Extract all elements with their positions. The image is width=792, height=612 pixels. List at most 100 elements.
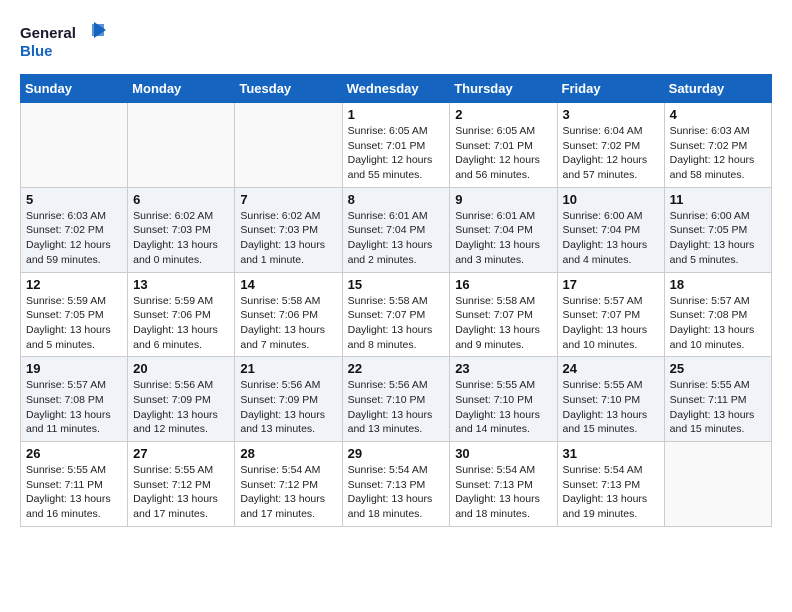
week-row-2: 5 Sunrise: 6:03 AM Sunset: 7:02 PM Daylig… [21, 187, 772, 272]
week-row-1: 1 Sunrise: 6:05 AM Sunset: 7:01 PM Daylig… [21, 103, 772, 188]
day-number-12: 12 [26, 277, 122, 292]
day-cell-23: 23Sunrise: 5:55 AM Sunset: 7:10 PM Dayli… [450, 357, 557, 442]
day-cell-26: 26Sunrise: 5:55 AM Sunset: 7:11 PM Dayli… [21, 442, 128, 527]
day-info-6: Sunrise: 6:02 AM Sunset: 7:03 PM Dayligh… [133, 209, 229, 268]
day-number-15: 15 [348, 277, 445, 292]
day-info-26: Sunrise: 5:55 AM Sunset: 7:11 PM Dayligh… [26, 463, 122, 522]
day-cell-11: 11 Sunrise: 6:00 AM Sunset: 7:05 PM Dayli… [664, 187, 771, 272]
day-number-2: 2 [455, 107, 551, 122]
day-info-12: Sunrise: 5:59 AM Sunset: 7:05 PM Dayligh… [26, 294, 122, 353]
day-info-18: Sunrise: 5:57 AM Sunset: 7:08 PM Dayligh… [670, 294, 766, 353]
empty-cell [128, 103, 235, 188]
weekday-friday: Friday [557, 75, 664, 103]
day-info-8: Sunrise: 6:01 AM Sunset: 7:04 PM Dayligh… [348, 209, 445, 268]
day-cell-30: 30Sunrise: 5:54 AM Sunset: 7:13 PM Dayli… [450, 442, 557, 527]
day-info-20: Sunrise: 5:56 AM Sunset: 7:09 PM Dayligh… [133, 378, 229, 437]
day-info-17: Sunrise: 5:57 AM Sunset: 7:07 PM Dayligh… [563, 294, 659, 353]
logo: General Blue [20, 20, 110, 64]
day-cell-7: 7 Sunrise: 6:02 AM Sunset: 7:03 PM Daylig… [235, 187, 342, 272]
day-info-21: Sunrise: 5:56 AM Sunset: 7:09 PM Dayligh… [240, 378, 336, 437]
day-number-21: 21 [240, 361, 336, 376]
day-number-8: 8 [348, 192, 445, 207]
day-info-19: Sunrise: 5:57 AM Sunset: 7:08 PM Dayligh… [26, 378, 122, 437]
day-cell-31: 31 Sunrise: 5:54 AM Sunset: 7:13 PM Dayli… [557, 442, 664, 527]
day-number-10: 10 [563, 192, 659, 207]
day-number-18: 18 [670, 277, 766, 292]
day-number-30: 30 [455, 446, 551, 461]
week-row-3: 12 Sunrise: 5:59 AM Sunset: 7:05 PM Dayli… [21, 272, 772, 357]
day-info-31: Sunrise: 5:54 AM Sunset: 7:13 PM Dayligh… [563, 463, 659, 522]
day-number-28: 28 [240, 446, 336, 461]
svg-text:Blue: Blue [20, 43, 53, 60]
day-number-29: 29 [348, 446, 445, 461]
day-cell-9: 9 Sunrise: 6:01 AM Sunset: 7:04 PM Daylig… [450, 187, 557, 272]
day-number-11: 11 [670, 192, 766, 207]
day-number-25: 25 [670, 361, 766, 376]
empty-cell [235, 103, 342, 188]
day-cell-29: 29 Sunrise: 5:54 AM Sunset: 7:13 PM Dayli… [342, 442, 450, 527]
calendar-table: SundayMondayTuesdayWednesdayThursdayFrid… [20, 74, 772, 527]
day-info-25: Sunrise: 5:55 AM Sunset: 7:11 PM Dayligh… [670, 378, 766, 437]
day-cell-15: 15 Sunrise: 5:58 AM Sunset: 7:07 PM Dayli… [342, 272, 450, 357]
day-cell-8: 8 Sunrise: 6:01 AM Sunset: 7:04 PM Daylig… [342, 187, 450, 272]
day-info-1: Sunrise: 6:05 AM Sunset: 7:01 PM Dayligh… [348, 124, 445, 183]
weekday-saturday: Saturday [664, 75, 771, 103]
day-cell-5: 5 Sunrise: 6:03 AM Sunset: 7:02 PM Daylig… [21, 187, 128, 272]
day-cell-17: 17 Sunrise: 5:57 AM Sunset: 7:07 PM Dayli… [557, 272, 664, 357]
day-info-11: Sunrise: 6:00 AM Sunset: 7:05 PM Dayligh… [670, 209, 766, 268]
weekday-wednesday: Wednesday [342, 75, 450, 103]
day-info-22: Sunrise: 5:56 AM Sunset: 7:10 PM Dayligh… [348, 378, 445, 437]
day-cell-19: 19 Sunrise: 5:57 AM Sunset: 7:08 PM Dayli… [21, 357, 128, 442]
day-cell-16: 16Sunrise: 5:58 AM Sunset: 7:07 PM Dayli… [450, 272, 557, 357]
svg-text:General: General [20, 25, 76, 42]
day-cell-2: 2 Sunrise: 6:05 AM Sunset: 7:01 PM Daylig… [450, 103, 557, 188]
day-cell-21: 21 Sunrise: 5:56 AM Sunset: 7:09 PM Dayli… [235, 357, 342, 442]
day-info-7: Sunrise: 6:02 AM Sunset: 7:03 PM Dayligh… [240, 209, 336, 268]
day-cell-22: 22Sunrise: 5:56 AM Sunset: 7:10 PM Dayli… [342, 357, 450, 442]
day-cell-12: 12 Sunrise: 5:59 AM Sunset: 7:05 PM Dayli… [21, 272, 128, 357]
weekday-sunday: Sunday [21, 75, 128, 103]
day-cell-4: 4 Sunrise: 6:03 AM Sunset: 7:02 PM Daylig… [664, 103, 771, 188]
day-cell-13: 13Sunrise: 5:59 AM Sunset: 7:06 PM Dayli… [128, 272, 235, 357]
day-number-17: 17 [563, 277, 659, 292]
day-number-31: 31 [563, 446, 659, 461]
day-number-19: 19 [26, 361, 122, 376]
day-cell-3: 3 Sunrise: 6:04 AM Sunset: 7:02 PM Daylig… [557, 103, 664, 188]
day-number-20: 20 [133, 361, 229, 376]
day-number-13: 13 [133, 277, 229, 292]
day-info-2: Sunrise: 6:05 AM Sunset: 7:01 PM Dayligh… [455, 124, 551, 183]
day-number-9: 9 [455, 192, 551, 207]
day-info-9: Sunrise: 6:01 AM Sunset: 7:04 PM Dayligh… [455, 209, 551, 268]
day-number-4: 4 [670, 107, 766, 122]
day-info-3: Sunrise: 6:04 AM Sunset: 7:02 PM Dayligh… [563, 124, 659, 183]
day-info-28: Sunrise: 5:54 AM Sunset: 7:12 PM Dayligh… [240, 463, 336, 522]
day-info-23: Sunrise: 5:55 AM Sunset: 7:10 PM Dayligh… [455, 378, 551, 437]
day-cell-6: 6Sunrise: 6:02 AM Sunset: 7:03 PM Daylig… [128, 187, 235, 272]
day-cell-25: 25 Sunrise: 5:55 AM Sunset: 7:11 PM Dayli… [664, 357, 771, 442]
day-number-1: 1 [348, 107, 445, 122]
day-cell-10: 10 Sunrise: 6:00 AM Sunset: 7:04 PM Dayli… [557, 187, 664, 272]
day-info-15: Sunrise: 5:58 AM Sunset: 7:07 PM Dayligh… [348, 294, 445, 353]
day-cell-14: 14 Sunrise: 5:58 AM Sunset: 7:06 PM Dayli… [235, 272, 342, 357]
empty-cell [664, 442, 771, 527]
day-number-3: 3 [563, 107, 659, 122]
day-info-10: Sunrise: 6:00 AM Sunset: 7:04 PM Dayligh… [563, 209, 659, 268]
day-info-14: Sunrise: 5:58 AM Sunset: 7:06 PM Dayligh… [240, 294, 336, 353]
day-number-24: 24 [563, 361, 659, 376]
day-info-27: Sunrise: 5:55 AM Sunset: 7:12 PM Dayligh… [133, 463, 229, 522]
week-row-4: 19 Sunrise: 5:57 AM Sunset: 7:08 PM Dayli… [21, 357, 772, 442]
day-number-14: 14 [240, 277, 336, 292]
day-number-7: 7 [240, 192, 336, 207]
day-cell-27: 27 Sunrise: 5:55 AM Sunset: 7:12 PM Dayli… [128, 442, 235, 527]
day-info-5: Sunrise: 6:03 AM Sunset: 7:02 PM Dayligh… [26, 209, 122, 268]
day-cell-20: 20 Sunrise: 5:56 AM Sunset: 7:09 PM Dayli… [128, 357, 235, 442]
day-number-27: 27 [133, 446, 229, 461]
day-number-5: 5 [26, 192, 122, 207]
weekday-thursday: Thursday [450, 75, 557, 103]
day-cell-28: 28 Sunrise: 5:54 AM Sunset: 7:12 PM Dayli… [235, 442, 342, 527]
day-info-29: Sunrise: 5:54 AM Sunset: 7:13 PM Dayligh… [348, 463, 445, 522]
logo-svg: General Blue [20, 20, 110, 64]
day-info-4: Sunrise: 6:03 AM Sunset: 7:02 PM Dayligh… [670, 124, 766, 183]
weekday-tuesday: Tuesday [235, 75, 342, 103]
weekday-monday: Monday [128, 75, 235, 103]
